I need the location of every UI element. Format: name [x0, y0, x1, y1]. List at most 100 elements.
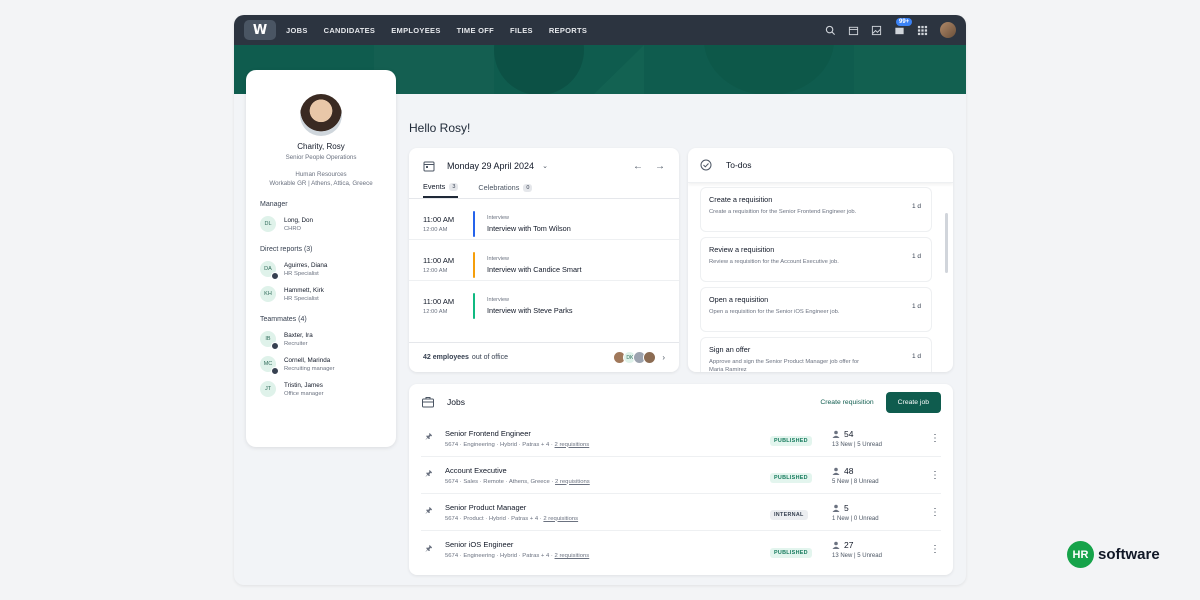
- nav-time-off[interactable]: TIME OFF: [457, 26, 494, 35]
- nav-jobs[interactable]: JOBS: [286, 26, 308, 35]
- arrow-left-icon[interactable]: ←: [633, 161, 643, 172]
- greeting-heading: Hello Rosy!: [409, 121, 471, 135]
- event-color-bar: [473, 251, 475, 278]
- pin-icon[interactable]: 🖈: [425, 543, 437, 557]
- status-badge: PUBLISHED: [770, 436, 812, 446]
- new-count: 13 New: [832, 553, 853, 559]
- teammate-item[interactable]: JT Tristin, James Office manager: [260, 381, 382, 397]
- nav-reports[interactable]: REPORTS: [549, 26, 587, 35]
- job-name[interactable]: Senior Frontend Engineer: [445, 429, 770, 438]
- table-row[interactable]: 🖈 Senior Product Manager 5674 · Product ·…: [421, 494, 941, 531]
- todo-title: Sign an offer: [709, 345, 751, 354]
- workable-logo[interactable]: W: [244, 20, 276, 40]
- status-icon: [271, 272, 279, 280]
- event-end-time: 12:00 AM: [423, 309, 448, 315]
- todo-age: 1 d: [911, 353, 921, 360]
- todo-title: Review a requisition: [709, 245, 775, 254]
- todo-description: Approve and sign the Senior Product Mana…: [709, 359, 860, 372]
- top-nav-bar: W JOBS CANDIDATES EMPLOYEES TIME OFF FIL…: [234, 15, 966, 45]
- more-options-icon[interactable]: ⋮: [929, 433, 941, 444]
- create-job-button[interactable]: Create job: [885, 391, 941, 413]
- event-item[interactable]: 11:00 AM 12:00 AM Interview Interview with…: [409, 199, 679, 240]
- job-name[interactable]: Senior iOS Engineer: [445, 540, 770, 549]
- inbox-icon[interactable]: 99+: [894, 17, 913, 36]
- out-of-office-label: out of office: [471, 354, 508, 361]
- todo-title: Open a requisition: [709, 295, 769, 304]
- table-row[interactable]: 🖈 Senior Frontend Engineer 5674 · Enginee…: [421, 420, 941, 457]
- teammate-item[interactable]: MC Cornell, Marinda Recruiting manager: [260, 356, 382, 375]
- more-options-icon[interactable]: ⋮: [929, 470, 941, 481]
- nav-employees[interactable]: EMPLOYEES: [391, 26, 440, 35]
- pin-icon[interactable]: 🖈: [425, 468, 437, 482]
- report-item[interactable]: DA Aguirres, Diana HR Specialist: [260, 261, 382, 280]
- chevron-down-icon[interactable]: ⌄: [542, 162, 548, 170]
- job-meta: 5674 · Engineering · Hybrid · Patras + 4…: [445, 441, 555, 448]
- new-count: 5 New: [832, 478, 850, 485]
- requisitions-link[interactable]: 2 requisitions: [543, 516, 578, 522]
- more-options-icon[interactable]: ⋮: [929, 507, 941, 518]
- event-type: Interview: [487, 297, 510, 303]
- avatar: MC: [260, 356, 279, 375]
- requisitions-link[interactable]: 2 requisitions: [555, 479, 590, 485]
- person-icon: [832, 504, 840, 512]
- event-type: Interview: [487, 255, 510, 262]
- table-row[interactable]: 🖈 Account Executive 5674 · Sales · Remote…: [421, 457, 941, 494]
- event-start-time: 11:00 AM: [423, 297, 455, 306]
- todo-item[interactable]: Review a requisition Review a requisitio…: [700, 237, 932, 282]
- profile-name: Charity, Rosy: [297, 142, 345, 151]
- teammates-heading: Teammates (4): [260, 316, 307, 323]
- event-title: Interview with Candice Smart: [487, 264, 582, 274]
- chevron-right-icon[interactable]: ›: [662, 353, 665, 362]
- pin-icon[interactable]: 🖈: [425, 505, 437, 519]
- user-avatar[interactable]: [940, 22, 956, 38]
- event-end-time: 12:00 AM: [423, 226, 448, 233]
- image-icon[interactable]: [871, 25, 882, 36]
- todos-scrollbar[interactable]: [945, 213, 948, 273]
- calendar-icon[interactable]: [848, 25, 859, 36]
- calendar-date[interactable]: Monday 29 April 2024: [447, 161, 534, 171]
- job-name[interactable]: Account Executive: [445, 466, 770, 475]
- manager-item[interactable]: DL Long, Don CHRO: [260, 216, 382, 232]
- status-icon: [271, 367, 279, 375]
- unread-count: 8 Unread: [853, 478, 879, 485]
- more-options-icon[interactable]: ⋮: [929, 544, 941, 555]
- candidate-count: 54: [844, 428, 854, 439]
- events-count-badge: 3: [449, 182, 459, 191]
- apps-grid-icon[interactable]: [917, 25, 928, 36]
- event-color-bar: [473, 293, 475, 319]
- job-name[interactable]: Senior Product Manager: [445, 503, 770, 512]
- search-icon[interactable]: [825, 25, 836, 36]
- pin-icon[interactable]: 🖈: [425, 431, 437, 445]
- tab-celebrations[interactable]: Celebrations 0: [478, 182, 533, 198]
- table-row[interactable]: 🖈 Senior iOS Engineer 5674 · Engineering …: [421, 531, 941, 568]
- person-name: Hammett, Kirk: [284, 286, 324, 294]
- celebrations-count-badge: 0: [523, 183, 533, 192]
- person-name: Long, Don: [284, 216, 314, 224]
- create-requisition-button[interactable]: Create requisition: [820, 399, 873, 406]
- todo-title: Create a requisition: [709, 195, 773, 204]
- nav-candidates[interactable]: CANDIDATES: [324, 26, 376, 35]
- todo-item[interactable]: Create a requisition Create a requisitio…: [700, 187, 932, 232]
- hr-logo-text: software: [1098, 546, 1160, 563]
- person-role: HR Specialist: [284, 270, 319, 277]
- manager-heading: Manager: [260, 201, 288, 208]
- direct-reports-heading: Direct reports (3): [260, 246, 313, 253]
- nav-files[interactable]: FILES: [510, 26, 533, 35]
- teammate-item[interactable]: IB Baxter, Ira Recruiter: [260, 331, 382, 350]
- todo-item[interactable]: Sign an offer Approve and sign the Senio…: [700, 337, 932, 372]
- todo-age: 1 d: [911, 303, 921, 310]
- event-item[interactable]: 11:00 AM 12:00 AM Interview Interview with…: [409, 281, 679, 322]
- requisitions-link[interactable]: 2 requisitions: [555, 442, 590, 448]
- report-item[interactable]: KH Hammett, Kirk HR Specialist: [260, 286, 382, 302]
- hr-software-logo: HR software: [1067, 541, 1160, 568]
- out-of-office-footer[interactable]: 42 employees out of office DK ›: [409, 342, 679, 372]
- arrow-right-icon[interactable]: →: [655, 161, 665, 172]
- profile-department: Human Resources: [295, 171, 347, 178]
- tab-events[interactable]: Events 3: [423, 182, 459, 198]
- todo-item[interactable]: Open a requisition Open a requisition fo…: [700, 287, 932, 332]
- event-title: Interview with Tom Wilson: [487, 223, 571, 233]
- event-item[interactable]: 11:00 AM 12:00 AM Interview Interview with…: [409, 240, 679, 281]
- job-meta: 5674 · Sales · Remote · Athens, Greece ·: [445, 478, 556, 485]
- event-end-time: 12:00 AM: [423, 267, 448, 274]
- requisitions-link[interactable]: 2 requisitions: [555, 553, 590, 559]
